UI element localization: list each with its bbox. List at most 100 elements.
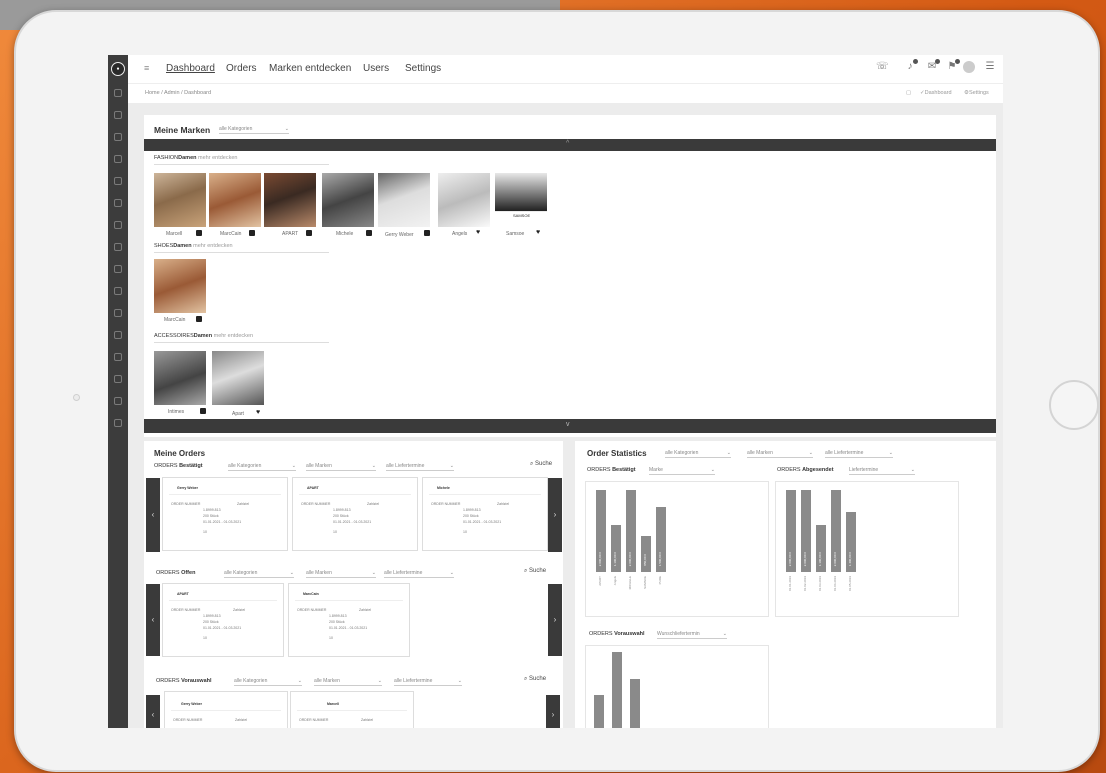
chart-abgesendet: 2.000,00 € 01.01.2019 2.000,00 € 01.02.2019… <box>775 481 959 617</box>
stats-brand-filter[interactable]: alle Marken ⌄ <box>747 449 813 458</box>
brand-tile-gerry-weber[interactable] <box>378 173 430 227</box>
order-card[interactable]: APART ORDER NUMMER Zahlziel 1.8999.813 2… <box>162 583 284 657</box>
brand-filter[interactable]: alle Marken ⌄ <box>306 569 376 578</box>
brand-tile-angels[interactable] <box>438 173 490 227</box>
sidebar-icon-mail[interactable] <box>114 243 122 251</box>
search-button[interactable]: ⌕ Suche <box>524 676 546 683</box>
chat-icon[interactable]: ▢ <box>906 90 911 96</box>
order-card[interactable]: MarcCain ORDER NUMMER Zahlziel 1.8999.81… <box>288 583 410 657</box>
prev-button[interactable]: ‹ <box>146 584 160 656</box>
next-button[interactable]: › <box>548 478 562 552</box>
category-accessoires-label: ACCESSOIRESDamen mehr entdecken <box>154 333 329 343</box>
heart-icon[interactable]: ♥ <box>256 409 260 416</box>
heart-icon[interactable]: ♥ <box>536 229 540 236</box>
order-card[interactable]: APART ORDER NUMMER Zahlziel 1.8999.813 2… <box>292 477 418 551</box>
nav-orders[interactable]: Orders <box>226 63 257 74</box>
x-tick-label: 01.05.2019 <box>848 576 852 592</box>
search-button[interactable]: ⌕ Suche <box>530 461 552 468</box>
bell-icon[interactable]: ♪ <box>904 59 918 73</box>
nav-users[interactable]: Users <box>363 63 389 74</box>
bar-value-label: 2.000,00 € <box>788 551 792 566</box>
bar-value-label: 2.000,00 € <box>833 551 837 566</box>
lock-icon <box>200 408 206 414</box>
delivery-filter[interactable]: alle Liefertermine ⌄ <box>386 462 454 471</box>
brand-tile-michele[interactable] <box>322 173 374 227</box>
statistics-title: Order Statistics <box>587 449 647 458</box>
category-filter[interactable]: alle Kategorien ⌄ <box>228 462 296 471</box>
stats-liefertermine-filter[interactable]: Liefertermine ⌄ <box>849 466 915 475</box>
hamburger-menu-icon[interactable]: ≡ <box>144 64 152 73</box>
brand-filter[interactable]: alle Marken ⌄ <box>306 462 376 471</box>
bar-value-label: 2.000,00 € <box>628 551 632 566</box>
nav-dashboard[interactable]: Dashboard <box>166 63 215 74</box>
order-card[interactable]: Marcell ORDER NUMMER Zahlziel <box>290 691 414 728</box>
collapse-bar-top[interactable]: ^ <box>144 139 996 151</box>
heart-icon[interactable]: ♥ <box>476 229 480 236</box>
bar-value-label: 2.000,00 € <box>803 551 807 566</box>
stats-delivery-filter[interactable]: alle Liefertermine ⌄ <box>825 449 893 458</box>
brand-tile-intimes[interactable] <box>154 351 206 405</box>
stats-wunschliefertermin-filter[interactable]: Wunschliefertermin ⌄ <box>657 630 727 639</box>
brand-tile-marccain[interactable] <box>209 173 261 227</box>
sidebar-icon-share[interactable] <box>114 397 122 405</box>
sidebar-icon-power[interactable] <box>114 419 122 427</box>
chart-bar: 2.000,00 € <box>596 490 606 572</box>
sidebar-icon-edit[interactable] <box>114 133 122 141</box>
phone-icon[interactable]: ☏ <box>876 61 889 73</box>
order-card[interactable]: Gerry Weber ORDER NUMMER Zahlziel <box>164 691 288 728</box>
breadcrumb-settings-link[interactable]: ⚙Settings <box>964 90 989 96</box>
order-card[interactable]: Michele ORDER NUMMER Zahlziel 1.8999.813… <box>422 477 548 551</box>
brand-filter[interactable]: alle Marken ⌄ <box>314 677 382 686</box>
sidebar-icon-bell[interactable] <box>114 309 122 317</box>
category-filter[interactable]: alle Kategorien ⌄ <box>234 677 302 686</box>
sidebar-icon-calendar[interactable] <box>114 265 122 273</box>
list-icon[interactable]: ☰ <box>984 61 996 73</box>
prev-button[interactable]: ‹ <box>146 478 160 552</box>
delivery-filter[interactable]: alle Liefertermine ⌄ <box>394 677 462 686</box>
sidebar-icon-home[interactable] <box>114 89 122 97</box>
nav-marken-entdecken[interactable]: Marken entdecken <box>269 63 351 74</box>
x-tick-label: 01.02.2019 <box>803 576 807 592</box>
delivery-filter[interactable]: alle Liefertermine ⌄ <box>384 569 454 578</box>
collapse-bar-bottom[interactable]: v <box>144 419 996 433</box>
sidebar-icon-settings[interactable] <box>114 199 122 207</box>
orders-group-title: ORDERS Vorauswahl <box>156 678 212 684</box>
brand-tile-samsoe[interactable]: SAMSOE <box>495 173 547 227</box>
breadcrumb-dashboard-link[interactable]: ✓Dashboard <box>920 90 952 96</box>
stats-category-filter[interactable]: alle Kategorien ⌄ <box>665 449 731 458</box>
avatar[interactable] <box>963 61 975 73</box>
category-filter[interactable]: alle Kategorien ⌄ <box>224 569 294 578</box>
next-button[interactable]: › <box>548 584 562 656</box>
mehr-entdecken-link[interactable]: mehr entdecken <box>193 243 232 249</box>
prev-button[interactable]: ‹ <box>146 695 160 728</box>
brand-tile-marcell[interactable] <box>154 173 206 227</box>
chevron-down-icon: v <box>566 421 570 428</box>
nav-settings[interactable]: Settings <box>405 63 441 74</box>
sidebar-icon-grid[interactable] <box>114 375 122 383</box>
messages-icon[interactable]: ✉ <box>926 59 940 73</box>
sidebar-icon-link[interactable] <box>114 221 122 229</box>
brand-tile-apart[interactable] <box>264 173 316 227</box>
marken-category-filter[interactable]: alle Kategorien ⌄ <box>219 125 289 134</box>
marken-panel: Meine Marken alle Kategorien ⌄ ^ FASHIOND… <box>144 115 996 437</box>
brand-tile-marccain-shoes[interactable] <box>154 259 206 313</box>
stats-marke-filter[interactable]: Marke ⌄ <box>649 466 715 475</box>
home-button[interactable] <box>1049 380 1099 430</box>
mehr-entdecken-link[interactable]: mehr entdecken <box>214 333 253 339</box>
notifications-icon[interactable]: ⚑ <box>946 59 960 73</box>
next-button[interactable]: › <box>546 695 560 728</box>
brand-name: Intimes <box>168 409 185 415</box>
order-card[interactable]: Gerry Weber ORDER NUMMER Zahlziel 1.8999… <box>162 477 288 551</box>
sidebar-icon-star[interactable] <box>114 287 122 295</box>
sidebar-icon-file[interactable] <box>114 353 122 361</box>
sidebar-icon-location[interactable] <box>114 331 122 339</box>
category-shoes-label: SHOESDamen mehr entdecken <box>154 243 329 253</box>
brand-tile-apart-accessoires[interactable] <box>212 351 264 405</box>
sidebar-icon-orders[interactable] <box>114 111 122 119</box>
search-button[interactable]: ⌕ Suche <box>524 568 546 575</box>
sidebar-icon-chat[interactable] <box>114 155 122 163</box>
mehr-entdecken-link[interactable]: mehr entdecken <box>198 155 237 161</box>
sidebar-icon-tag[interactable] <box>114 177 122 185</box>
logo-icon[interactable]: ● <box>111 62 125 76</box>
bar-value-label: 1.400,00 € <box>848 551 852 566</box>
